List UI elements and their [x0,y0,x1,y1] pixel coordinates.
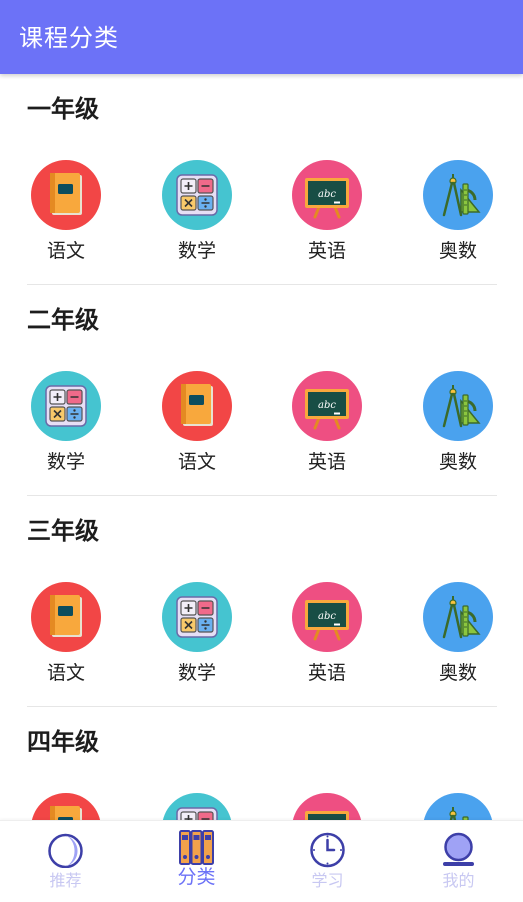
compass-icon [449,807,469,820]
bottom-nav: 推荐 分类 学习 我的 [0,820,523,902]
course-label: 语文 [46,240,85,262]
calculator-icon [176,174,218,216]
course-label: 语文 [177,451,216,473]
course-icon-circle [162,582,232,652]
course-icon-circle: abc [292,582,362,652]
nav-label: 推荐 [49,871,82,890]
course-icon-circle [31,160,101,230]
course-icon-circle [423,371,493,441]
course-label: 奥数 [438,451,477,473]
compass-icon [442,385,481,428]
course-item[interactable]: 数学 [152,160,242,270]
course-label: 英语 [307,240,346,262]
course-label: 语文 [46,662,85,684]
calculator-icon [176,807,218,820]
course-label: 数学 [46,451,85,473]
section-title: 二年级 [27,306,99,334]
blackboard-icon: abc [305,600,349,641]
nav-label: 分类 [177,866,216,888]
nav-tab-recommend[interactable]: 推荐 [0,821,131,902]
course-item[interactable] [413,793,503,820]
app-bar: 课程分类 [0,0,523,74]
svg-text:abc: abc [318,400,336,411]
course-icon-circle [162,371,232,441]
compass-icon [442,174,481,217]
section-title: 四年级 [27,728,99,756]
course-icon-circle [31,793,101,820]
course-label: 数学 [177,662,216,684]
nav-label: 学习 [311,871,344,890]
book-icon [50,595,82,637]
course-icon-circle [423,582,493,652]
course-icon-circle [423,793,493,820]
course-label: 奥数 [438,662,477,684]
nav-label: 我的 [442,871,475,890]
grade-section: 二年级 数学 语文 abc 英语 奥数 [0,285,523,496]
section-title: 一年级 [27,95,99,123]
course-item[interactable]: 奥数 [413,160,503,270]
nav-tab-study[interactable]: 学习 [262,821,393,902]
book-icon [50,806,82,820]
grade-section: 三年级 语文 数学 abc 英语 奥数 [0,496,523,707]
course-icon-circle [423,160,493,230]
course-item[interactable] [21,793,111,820]
grade-section: 一年级 语文 数学 abc 英语 奥数 [0,74,523,285]
course-label: 奥数 [438,240,477,262]
course-item[interactable]: 奥数 [413,582,503,692]
svg-text:abc: abc [318,611,336,622]
book-icon [181,384,213,426]
calculator-icon [176,596,218,638]
compass-icon [442,596,481,639]
course-label: 英语 [307,662,346,684]
blackboard-icon: abc [305,389,349,430]
course-item[interactable]: 奥数 [413,371,503,481]
bookshelf-icon [179,830,214,865]
course-label: 英语 [307,451,346,473]
course-item[interactable]: abc 英语 [282,582,372,692]
svg-text:abc: abc [318,189,336,200]
course-icon-circle [162,793,232,820]
category-list[interactable]: 一年级 语文 数学 abc 英语 奥数 二年级 数学 语文 abc 英语 奥数 三年… [0,74,523,820]
course-item[interactable]: abc [282,793,372,820]
book-icon [50,173,82,215]
course-icon-circle: abc [292,371,362,441]
course-item[interactable]: abc 英语 [282,160,372,270]
nav-tab-profile[interactable]: 我的 [393,821,523,902]
course-item[interactable]: 数学 [21,371,111,481]
course-icon-circle [162,160,232,230]
course-item[interactable]: 语文 [21,160,111,270]
course-item[interactable]: 数学 [152,582,242,692]
course-label: 数学 [177,240,216,262]
course-item[interactable]: 语文 [152,371,242,481]
calculator-icon [45,385,87,427]
course-item[interactable] [152,793,242,820]
course-icon-circle: abc [292,160,362,230]
course-item[interactable]: 语文 [21,582,111,692]
page-title: 课程分类 [19,24,119,52]
blackboard-icon: abc [305,178,349,219]
course-icon-circle [31,582,101,652]
clock-icon [310,832,345,868]
profile-icon [443,832,474,866]
nav-tab-category[interactable]: 分类 [131,821,262,902]
moon-icon [48,833,83,868]
grade-section: 四年级 abc [0,707,523,820]
course-item[interactable]: abc 英语 [282,371,372,481]
course-icon-circle [31,371,101,441]
blackboard-icon: abc [305,811,349,820]
course-icon-circle: abc [292,793,362,820]
section-title: 三年级 [27,517,99,545]
